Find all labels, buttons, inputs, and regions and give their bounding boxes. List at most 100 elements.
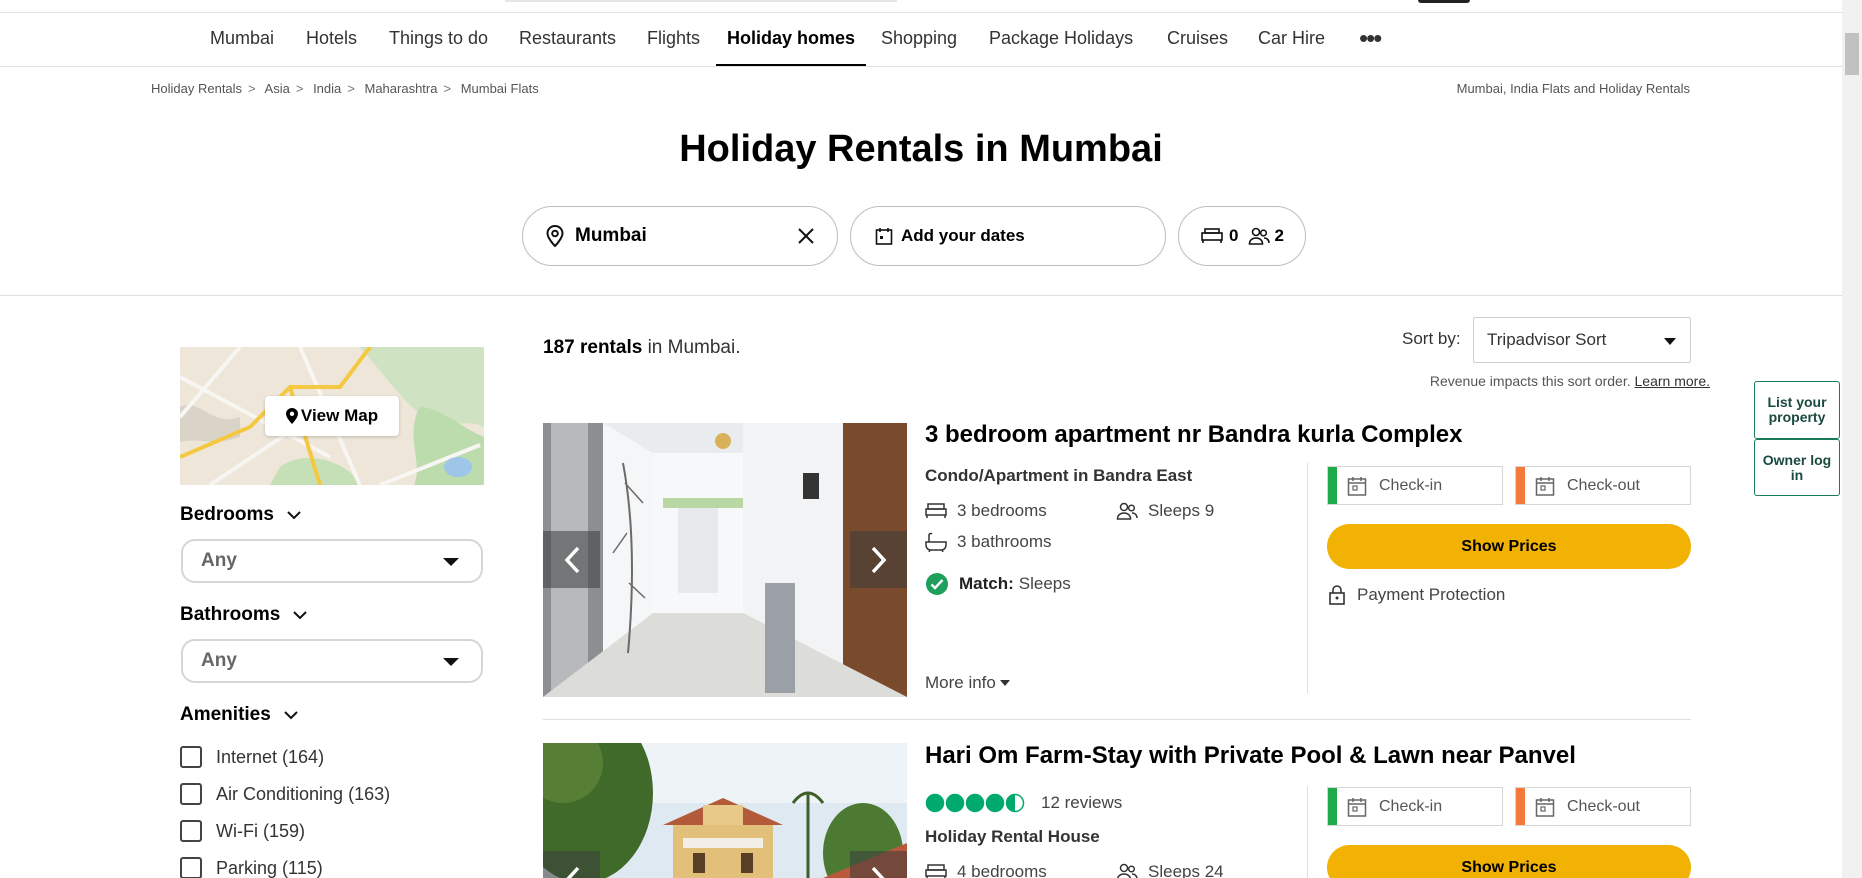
- nav-item-cruises[interactable]: Cruises: [1167, 13, 1228, 66]
- chevron-right-icon: >: [443, 81, 452, 96]
- listing-photo[interactable]: [543, 743, 907, 878]
- more-info-label: More info: [925, 673, 996, 692]
- checkin-date-field[interactable]: Check-in: [1327, 466, 1503, 505]
- checkout-date-field[interactable]: Check-out: [1515, 466, 1691, 505]
- checkbox[interactable]: [180, 783, 202, 805]
- checkout-date-field[interactable]: Check-out: [1515, 787, 1691, 826]
- nav-item-hotels[interactable]: Hotels: [306, 13, 357, 66]
- rating-bubble: [925, 793, 945, 813]
- bathrooms-filter-toggle[interactable]: Bathrooms: [180, 604, 308, 626]
- chevron-right-icon: >: [295, 81, 304, 96]
- rating-bubble: [985, 793, 1005, 813]
- bedrooms-filter-label: Bedrooms: [180, 504, 274, 525]
- breadcrumb-item[interactable]: Maharashtra: [364, 81, 437, 96]
- amenity-checkbox-wifi[interactable]: Wi-Fi (159): [180, 820, 305, 842]
- show-prices-button[interactable]: Show Prices: [1327, 845, 1691, 878]
- checkin-label: Check-in: [1379, 476, 1443, 494]
- results-count: 187 rentals in Mumbai.: [543, 337, 741, 359]
- rooms-guests-picker[interactable]: 0 2: [1178, 206, 1306, 266]
- location-search-field[interactable]: Mumbai: [522, 206, 838, 266]
- checkbox[interactable]: [180, 857, 202, 878]
- map-pin-icon: [546, 225, 564, 247]
- breadcrumb-item[interactable]: Mumbai Flats: [461, 81, 539, 96]
- amenity-label: Parking (115): [216, 857, 323, 878]
- next-photo-button[interactable]: [850, 851, 907, 878]
- dates-label: Add your dates: [901, 226, 1025, 245]
- sort-disclaimer-text: Revenue impacts this sort order.: [1429, 373, 1631, 389]
- nav-item-things-to-do[interactable]: Things to do: [389, 13, 488, 66]
- payment-protection-label: Payment Protection: [1357, 585, 1506, 604]
- breadcrumb: Holiday Rentals > Asia > India > Maharashtr…: [151, 81, 545, 96]
- sleeps-text: Sleeps 9: [1148, 501, 1215, 520]
- sort-select[interactable]: Tripadvisor Sort: [1473, 317, 1691, 363]
- more-info-toggle[interactable]: More info: [925, 673, 1021, 693]
- learn-more-link[interactable]: Learn more.: [1635, 373, 1710, 389]
- listing-photo[interactable]: [543, 423, 907, 697]
- dates-picker[interactable]: Add your dates: [850, 206, 1166, 266]
- clear-icon[interactable]: [797, 227, 815, 245]
- bed-icon: [1201, 228, 1223, 243]
- listing-title[interactable]: 3 bedroom apartment nr Bandra kurla Comp…: [925, 421, 1462, 449]
- checkbox[interactable]: [180, 746, 202, 768]
- breadcrumb-item[interactable]: Holiday Rentals: [151, 81, 242, 96]
- bedrooms-select[interactable]: Any: [181, 539, 483, 583]
- listing-bathrooms: 3 bathrooms: [925, 532, 1052, 552]
- listing-title[interactable]: Hari Om Farm-Stay with Private Pool & La…: [925, 742, 1576, 770]
- reviews-count[interactable]: 12 reviews: [1041, 793, 1122, 813]
- nav-item-holiday-homes[interactable]: Holiday homes: [716, 13, 866, 66]
- guests-icon: [1116, 502, 1138, 520]
- chevron-left-icon: [564, 546, 579, 573]
- map-pin-icon: [285, 408, 298, 424]
- nav-item-restaurants[interactable]: Restaurants: [519, 13, 616, 66]
- scrollbar[interactable]: [1842, 0, 1862, 878]
- sort-select-value: Tripadvisor Sort: [1487, 330, 1607, 349]
- nav-item-car-hire[interactable]: Car Hire: [1258, 13, 1325, 66]
- amenity-checkbox-internet[interactable]: Internet (164): [180, 746, 324, 768]
- show-prices-button[interactable]: Show Prices: [1327, 524, 1691, 569]
- listing-divider: [543, 719, 1691, 720]
- chevron-right-icon: >: [347, 81, 355, 96]
- list-your-property-button[interactable]: List your property: [1754, 381, 1840, 439]
- location-input[interactable]: Mumbai: [575, 225, 797, 247]
- previous-photo-button[interactable]: [543, 531, 600, 588]
- amenities-filter-toggle[interactable]: Amenities: [180, 704, 299, 726]
- calendar-icon: [875, 228, 893, 245]
- amenity-checkbox-air-conditioning[interactable]: Air Conditioning (163): [180, 783, 390, 805]
- more-nav-icon[interactable]: •••: [1359, 13, 1382, 66]
- nav-item-flights[interactable]: Flights: [647, 13, 700, 66]
- previous-photo-button[interactable]: [543, 851, 600, 878]
- main-nav: Mumbai Hotels Things to do Restaurants F…: [0, 13, 1842, 67]
- next-photo-button[interactable]: [850, 531, 907, 588]
- calendar-icon: [1347, 797, 1367, 817]
- profile-button-edge[interactable]: [1418, 0, 1470, 3]
- payment-protection: Payment Protection: [1327, 585, 1505, 605]
- owner-login-button[interactable]: Owner log in: [1754, 439, 1840, 496]
- breadcrumb-item[interactable]: India: [313, 81, 341, 96]
- sort-disclaimer: Revenue impacts this sort order. Learn m…: [1430, 373, 1710, 389]
- page-title: Holiday Rentals in Mumbai: [679, 128, 1163, 170]
- listing-rating[interactable]: 12 reviews: [925, 792, 1122, 814]
- nav-item-mumbai[interactable]: Mumbai: [210, 13, 274, 66]
- listing-type: Condo/Apartment in Bandra East: [925, 466, 1193, 485]
- divider: [1307, 786, 1308, 878]
- bathrooms-text: 3 bathrooms: [957, 532, 1052, 551]
- match-value: Sleeps: [1018, 574, 1071, 593]
- bathtub-icon: [925, 532, 947, 552]
- amenity-checkbox-parking[interactable]: Parking (115): [180, 857, 323, 878]
- nav-item-package-holidays[interactable]: Package Holidays: [989, 13, 1133, 66]
- bathrooms-select[interactable]: Any: [181, 639, 483, 683]
- nav-item-shopping[interactable]: Shopping: [881, 13, 957, 66]
- calendar-icon: [1535, 476, 1555, 496]
- listing-type: Holiday Rental House: [925, 827, 1100, 846]
- checkbox[interactable]: [180, 820, 202, 842]
- scrollbar-thumb[interactable]: [1845, 33, 1859, 75]
- chevron-left-icon: [565, 866, 579, 878]
- breadcrumb-item[interactable]: Asia: [265, 81, 290, 96]
- bedrooms-filter-toggle[interactable]: Bedrooms: [180, 504, 302, 526]
- lock-icon: [1329, 585, 1345, 605]
- divider: [1307, 463, 1308, 693]
- divider: [0, 295, 1842, 296]
- sleeps-text: Sleeps 24: [1148, 862, 1224, 878]
- checkin-date-field[interactable]: Check-in: [1327, 787, 1503, 826]
- view-map-button[interactable]: View Map: [265, 396, 399, 436]
